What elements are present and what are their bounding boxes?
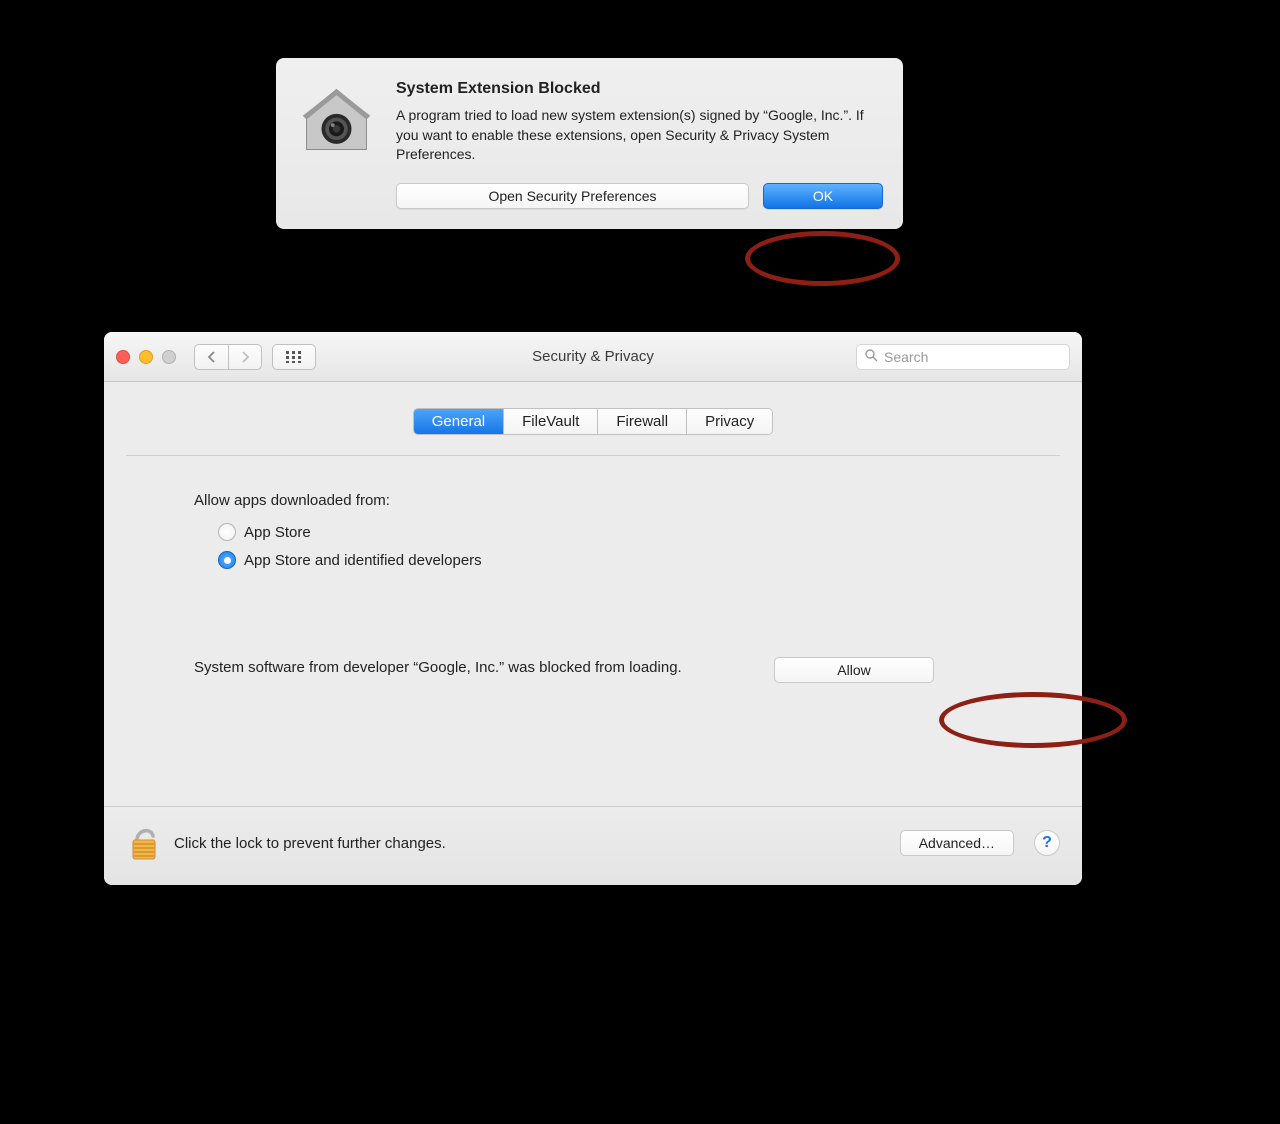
radio-app-store-label: App Store — [244, 524, 311, 541]
close-window-button[interactable] — [116, 350, 130, 364]
radio-app-store[interactable] — [218, 523, 236, 541]
help-button[interactable]: ? — [1034, 830, 1060, 856]
highlight-annotation-ok — [745, 231, 900, 286]
tab-firewall[interactable]: Firewall — [598, 409, 687, 434]
open-security-preferences-button[interactable]: Open Security Preferences — [396, 183, 749, 209]
window-titlebar: Security & Privacy — [104, 332, 1082, 382]
security-house-icon — [296, 80, 376, 209]
tab-filevault[interactable]: FileVault — [504, 409, 598, 434]
system-extension-blocked-dialog: System Extension Blocked A program tried… — [276, 58, 903, 229]
search-icon — [865, 349, 878, 365]
allow-apps-radio-group: App Store App Store and identified devel… — [218, 523, 992, 569]
allow-button[interactable]: Allow — [774, 657, 934, 683]
minimize-window-button[interactable] — [139, 350, 153, 364]
search-input[interactable] — [884, 349, 1065, 365]
radio-app-store-identified-label: App Store and identified developers — [244, 552, 482, 569]
back-button[interactable] — [194, 344, 228, 370]
radio-app-store-identified[interactable] — [218, 551, 236, 569]
alert-title: System Extension Blocked — [396, 80, 883, 98]
tab-general[interactable]: General — [414, 409, 504, 434]
blocked-software-message: System software from developer “Google, … — [194, 657, 734, 678]
forward-button[interactable] — [228, 344, 262, 370]
advanced-button[interactable]: Advanced… — [900, 830, 1014, 856]
alert-body: A program tried to load new system exten… — [396, 106, 883, 165]
ok-button[interactable]: OK — [763, 183, 883, 209]
tab-privacy[interactable]: Privacy — [687, 409, 772, 434]
search-field[interactable] — [856, 344, 1070, 370]
lock-icon[interactable] — [126, 823, 162, 863]
security-privacy-window: Security & Privacy General FileVault Fir… — [104, 332, 1082, 885]
allow-apps-label: Allow apps downloaded from: — [194, 492, 992, 509]
tab-bar: General FileVault Firewall Privacy — [413, 408, 774, 435]
lock-text: Click the lock to prevent further change… — [174, 835, 888, 852]
show-all-button[interactable] — [272, 344, 316, 370]
window-title: Security & Privacy — [532, 348, 654, 365]
zoom-window-button[interactable] — [162, 350, 176, 364]
